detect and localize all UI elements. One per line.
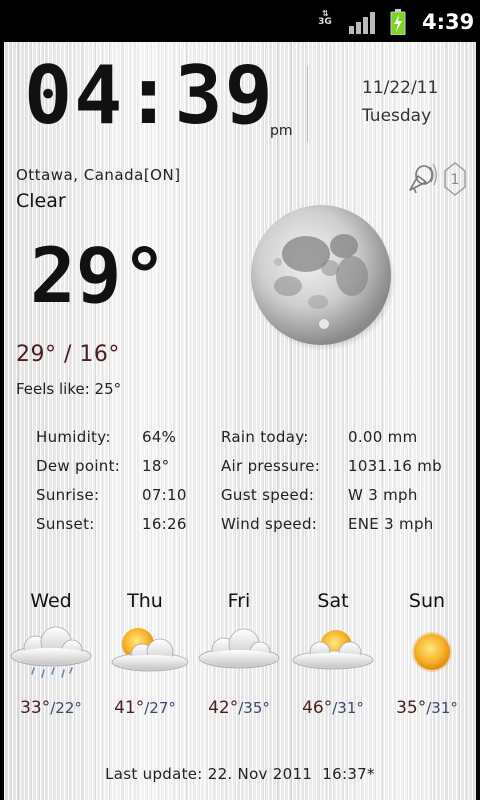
forecast-low: /22°: [50, 699, 82, 717]
forecast-day-thu[interactable]: Thu 41°/27°: [98, 590, 192, 718]
forecast-strip: Wed 33°/22° Thu 41°/27° Fri 42°/35° Sat …: [4, 590, 476, 730]
forecast-day-name: Thu: [127, 590, 163, 612]
detail-value: 0.00 mm: [348, 428, 418, 446]
sun-icon: [412, 632, 452, 672]
forecast-day-fri[interactable]: Fri 42°/35°: [192, 590, 286, 718]
status-bar: ⇅ 3G 4:39: [0, 0, 480, 40]
detail-value: 64%: [142, 428, 177, 446]
full-moon-icon[interactable]: [248, 202, 396, 350]
clock-ampm: pm: [270, 123, 293, 139]
location-label[interactable]: Ottawa, Canada[ON]: [16, 166, 181, 184]
detail-label: Air pressure:: [221, 457, 321, 475]
high-temperature: 29°: [16, 342, 57, 367]
high-low-separator: /: [56, 342, 80, 367]
forecast-temps: 42°/35°: [192, 698, 286, 718]
detail-label: Gust speed:: [221, 486, 315, 504]
forecast-low: /27°: [144, 699, 176, 717]
low-temperature: 16°: [79, 342, 120, 367]
forecast-day-wed[interactable]: Wed 33°/22°: [4, 590, 98, 718]
forecast-day-sun[interactable]: Sun 35°/31°: [380, 590, 474, 718]
forecast-high: 42°: [208, 698, 239, 718]
status-time: 4:39: [422, 10, 475, 34]
detail-value: W 3 mph: [348, 486, 418, 504]
forecast-low: /31°: [332, 699, 364, 717]
clock-date[interactable]: 11/22/11: [362, 78, 438, 98]
alert-speaker-icon[interactable]: [404, 162, 438, 196]
detail-row-sunrise: Sunrise: 07:10: [36, 486, 187, 515]
detail-value: 18°: [142, 457, 170, 475]
clock-divider: [307, 66, 308, 142]
clock-weekday: Tuesday: [362, 106, 432, 126]
forecast-low: /31°: [426, 699, 458, 717]
detail-value: 16:26: [142, 515, 187, 533]
partly-cloudy-icon: [292, 630, 374, 670]
forecast-low: /35°: [238, 699, 270, 717]
forecast-high: 33°: [20, 698, 51, 718]
detail-row-air-pressure: Air pressure: 1031.16 mb: [221, 457, 442, 486]
battery-charging-icon: [390, 9, 406, 35]
detail-label: Sunset:: [36, 515, 95, 533]
detail-row-rain-today: Rain today: 0.00 mm: [221, 428, 442, 457]
alert-count-badge[interactable]: 1: [444, 162, 466, 196]
rain-cloud-icon: [10, 626, 92, 678]
feels-like: Feels like: 25°: [16, 380, 122, 398]
forecast-temps: 33°/22°: [4, 698, 98, 718]
detail-label: Rain today:: [221, 428, 309, 446]
signal-strength-icon: [349, 12, 375, 34]
last-update[interactable]: Last update: 22. Nov 2011 16:37*: [0, 765, 480, 783]
detail-label: Dew point:: [36, 457, 121, 475]
forecast-high: 41°: [114, 698, 145, 718]
cloud-icon: [198, 628, 280, 669]
forecast-temps: 41°/27°: [98, 698, 192, 718]
detail-row-sunset: Sunset: 16:26: [36, 515, 187, 544]
detail-row-gust-speed: Gust speed: W 3 mph: [221, 486, 442, 515]
network-3g-icon: ⇅ 3G: [318, 9, 332, 27]
detail-value: ENE 3 mph: [348, 515, 434, 533]
high-low-temperature: 29° / 16°: [16, 342, 120, 367]
details-left: Humidity: 64% Dew point: 18° Sunrise: 07:10…: [36, 428, 187, 544]
detail-value: 1031.16 mb: [348, 457, 442, 475]
condition-label: Clear: [16, 190, 66, 212]
forecast-day-sat[interactable]: Sat 46°/31°: [286, 590, 380, 718]
forecast-temps: 46°/31°: [286, 698, 380, 718]
partly-cloudy-icon: [111, 628, 189, 672]
forecast-day-name: Sun: [408, 590, 446, 612]
forecast-temps: 35°/31°: [380, 698, 474, 718]
detail-label: Wind speed:: [221, 515, 318, 533]
forecast-day-name: Wed: [30, 590, 72, 612]
clock-time[interactable]: 04:39: [24, 56, 275, 136]
alert-count-text: 1: [451, 172, 460, 188]
current-temperature: 29°: [30, 231, 168, 320]
detail-value: 07:10: [142, 486, 187, 504]
forecast-high: 35°: [396, 698, 427, 718]
detail-label: Humidity:: [36, 428, 111, 446]
forecast-high: 46°: [302, 698, 333, 718]
details-right: Rain today: 0.00 mm Air pressure: 1031.16 …: [221, 428, 442, 544]
forecast-day-name: Sat: [317, 590, 349, 612]
detail-label: Sunrise:: [36, 486, 100, 504]
detail-row-wind-speed: Wind speed: ENE 3 mph: [221, 515, 442, 544]
detail-row-humidity: Humidity: 64%: [36, 428, 187, 457]
detail-row-dew-point: Dew point: 18°: [36, 457, 187, 486]
forecast-day-name: Fri: [227, 590, 251, 612]
